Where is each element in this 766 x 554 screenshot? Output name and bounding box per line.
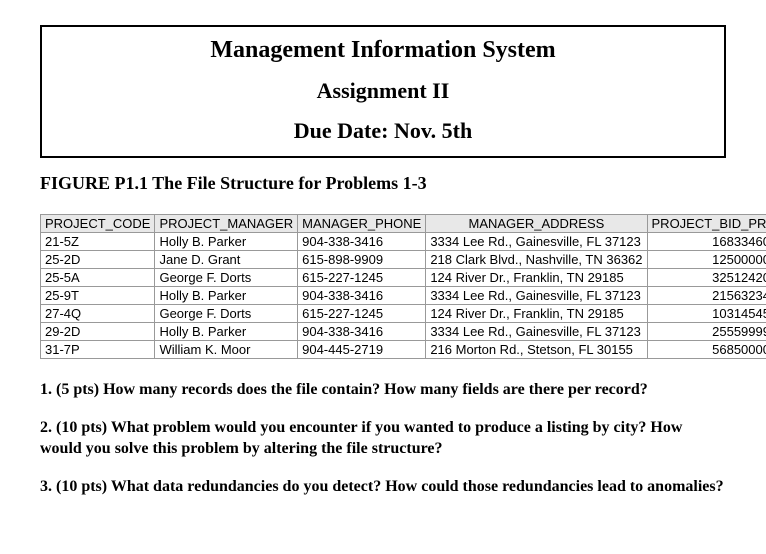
table-row: 21-5ZHolly B. Parker904-338-34163334 Lee… bbox=[41, 233, 766, 251]
cell-project-code: 29-2D bbox=[41, 323, 155, 341]
cell-manager-address: 218 Clark Blvd., Nashville, TN 36362 bbox=[426, 251, 647, 269]
cell-manager-phone: 615-227-1245 bbox=[298, 305, 426, 323]
course-title: Management Information System bbox=[42, 37, 724, 64]
col-project-manager: PROJECT_MANAGER bbox=[155, 215, 298, 233]
cell-manager-phone: 904-338-3416 bbox=[298, 287, 426, 305]
cell-project-code: 25-9T bbox=[41, 287, 155, 305]
cell-project-code: 31-7P bbox=[41, 341, 155, 359]
table-row: 25-9THolly B. Parker904-338-34163334 Lee… bbox=[41, 287, 766, 305]
figure-caption: FIGURE P1.1 The File Structure for Probl… bbox=[40, 173, 726, 194]
cell-project-manager: William K. Moor bbox=[155, 341, 298, 359]
assignment-header: Management Information System Assignment… bbox=[40, 25, 726, 158]
cell-project-manager: George F. Dorts bbox=[155, 269, 298, 287]
table-row: 25-5AGeorge F. Dorts615-227-1245124 Rive… bbox=[41, 269, 766, 287]
cell-bid-price: 16833460.00 bbox=[647, 233, 766, 251]
cell-manager-address: 216 Morton Rd., Stetson, FL 30155 bbox=[426, 341, 647, 359]
cell-project-manager: Holly B. Parker bbox=[155, 287, 298, 305]
cell-manager-phone: 904-338-3416 bbox=[298, 233, 426, 251]
data-table-container: PROJECT_CODE PROJECT_MANAGER MANAGER_PHO… bbox=[40, 214, 726, 359]
cell-project-manager: George F. Dorts bbox=[155, 305, 298, 323]
question-1: 1. (5 pts) How many records does the fil… bbox=[40, 379, 726, 401]
cell-manager-phone: 904-338-3416 bbox=[298, 323, 426, 341]
cell-bid-price: 10314545.00 bbox=[647, 305, 766, 323]
cell-project-code: 21-5Z bbox=[41, 233, 155, 251]
question-2: 2. (10 pts) What problem would you encou… bbox=[40, 417, 726, 460]
table-header-row: PROJECT_CODE PROJECT_MANAGER MANAGER_PHO… bbox=[41, 215, 766, 233]
cell-manager-address: 3334 Lee Rd., Gainesville, FL 37123 bbox=[426, 233, 647, 251]
table-row: 27-4QGeorge F. Dorts615-227-1245124 Rive… bbox=[41, 305, 766, 323]
cell-project-manager: Holly B. Parker bbox=[155, 233, 298, 251]
cell-project-code: 25-5A bbox=[41, 269, 155, 287]
col-project-bid-price: PROJECT_BID_PRICE bbox=[647, 215, 766, 233]
cell-manager-address: 124 River Dr., Franklin, TN 29185 bbox=[426, 305, 647, 323]
cell-manager-phone: 615-898-9909 bbox=[298, 251, 426, 269]
cell-bid-price: 56850000.00 bbox=[647, 341, 766, 359]
cell-project-manager: Jane D. Grant bbox=[155, 251, 298, 269]
cell-manager-phone: 904-445-2719 bbox=[298, 341, 426, 359]
col-manager-address: MANAGER_ADDRESS bbox=[426, 215, 647, 233]
cell-manager-address: 3334 Lee Rd., Gainesville, FL 37123 bbox=[426, 323, 647, 341]
due-date: Due Date: Nov. 5th bbox=[42, 118, 724, 144]
cell-project-code: 27-4Q bbox=[41, 305, 155, 323]
cell-bid-price: 12500000.00 bbox=[647, 251, 766, 269]
cell-project-code: 25-2D bbox=[41, 251, 155, 269]
cell-manager-phone: 615-227-1245 bbox=[298, 269, 426, 287]
cell-bid-price: 25559999.00 bbox=[647, 323, 766, 341]
table-row: 31-7PWilliam K. Moor904-445-2719216 Mort… bbox=[41, 341, 766, 359]
cell-bid-price: 32512420.00 bbox=[647, 269, 766, 287]
cell-bid-price: 21563234.00 bbox=[647, 287, 766, 305]
cell-manager-address: 3334 Lee Rd., Gainesville, FL 37123 bbox=[426, 287, 647, 305]
table-row: 25-2DJane D. Grant615-898-9909218 Clark … bbox=[41, 251, 766, 269]
file-structure-table: PROJECT_CODE PROJECT_MANAGER MANAGER_PHO… bbox=[40, 214, 766, 359]
cell-manager-address: 124 River Dr., Franklin, TN 29185 bbox=[426, 269, 647, 287]
cell-project-manager: Holly B. Parker bbox=[155, 323, 298, 341]
question-3: 3. (10 pts) What data redundancies do yo… bbox=[40, 476, 726, 498]
col-project-code: PROJECT_CODE bbox=[41, 215, 155, 233]
table-row: 29-2DHolly B. Parker904-338-34163334 Lee… bbox=[41, 323, 766, 341]
assignment-title: Assignment II bbox=[42, 78, 724, 104]
col-manager-phone: MANAGER_PHONE bbox=[298, 215, 426, 233]
